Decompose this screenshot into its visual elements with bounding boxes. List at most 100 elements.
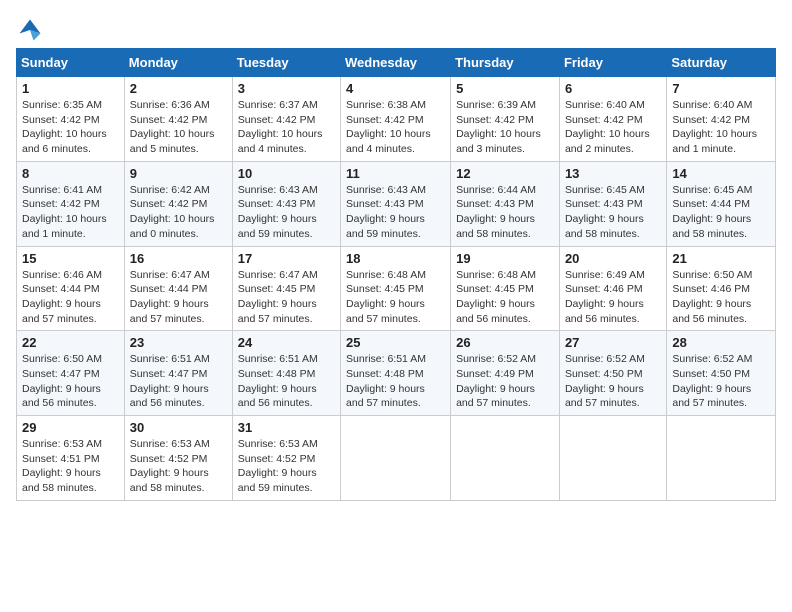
day-number: 17 xyxy=(238,251,335,266)
weekday-header: Tuesday xyxy=(232,49,340,77)
day-number: 14 xyxy=(672,166,770,181)
day-number: 25 xyxy=(346,335,445,350)
weekday-header-row: SundayMondayTuesdayWednesdayThursdayFrid… xyxy=(17,49,776,77)
calendar-day-cell: 25 Sunrise: 6:51 AMSunset: 4:48 PMDaylig… xyxy=(341,331,451,416)
day-number: 29 xyxy=(22,420,119,435)
day-detail: Sunrise: 6:36 AMSunset: 4:42 PMDaylight:… xyxy=(130,99,215,155)
calendar-day-cell: 12 Sunrise: 6:44 AMSunset: 4:43 PMDaylig… xyxy=(451,161,560,246)
logo-icon xyxy=(16,16,44,44)
day-number: 13 xyxy=(565,166,661,181)
day-number: 5 xyxy=(456,81,554,96)
calendar-day-cell: 31 Sunrise: 6:53 AMSunset: 4:52 PMDaylig… xyxy=(232,416,340,501)
day-detail: Sunrise: 6:52 AMSunset: 4:50 PMDaylight:… xyxy=(672,353,752,409)
calendar-week-row: 1 Sunrise: 6:35 AMSunset: 4:42 PMDayligh… xyxy=(17,77,776,162)
day-detail: Sunrise: 6:47 AMSunset: 4:45 PMDaylight:… xyxy=(238,269,318,325)
day-detail: Sunrise: 6:46 AMSunset: 4:44 PMDaylight:… xyxy=(22,269,102,325)
day-number: 2 xyxy=(130,81,227,96)
day-detail: Sunrise: 6:51 AMSunset: 4:48 PMDaylight:… xyxy=(238,353,318,409)
day-detail: Sunrise: 6:50 AMSunset: 4:46 PMDaylight:… xyxy=(672,269,752,325)
calendar-header: SundayMondayTuesdayWednesdayThursdayFrid… xyxy=(17,49,776,77)
calendar-day-cell xyxy=(559,416,666,501)
header xyxy=(16,16,776,44)
day-number: 19 xyxy=(456,251,554,266)
day-detail: Sunrise: 6:53 AMSunset: 4:51 PMDaylight:… xyxy=(22,438,102,494)
day-detail: Sunrise: 6:39 AMSunset: 4:42 PMDaylight:… xyxy=(456,99,541,155)
calendar-day-cell: 27 Sunrise: 6:52 AMSunset: 4:50 PMDaylig… xyxy=(559,331,666,416)
weekday-header: Saturday xyxy=(667,49,776,77)
day-number: 7 xyxy=(672,81,770,96)
day-number: 16 xyxy=(130,251,227,266)
day-detail: Sunrise: 6:53 AMSunset: 4:52 PMDaylight:… xyxy=(238,438,318,494)
calendar-week-row: 15 Sunrise: 6:46 AMSunset: 4:44 PMDaylig… xyxy=(17,246,776,331)
day-detail: Sunrise: 6:38 AMSunset: 4:42 PMDaylight:… xyxy=(346,99,431,155)
calendar-week-row: 29 Sunrise: 6:53 AMSunset: 4:51 PMDaylig… xyxy=(17,416,776,501)
day-detail: Sunrise: 6:40 AMSunset: 4:42 PMDaylight:… xyxy=(565,99,650,155)
calendar-day-cell: 1 Sunrise: 6:35 AMSunset: 4:42 PMDayligh… xyxy=(17,77,125,162)
calendar-day-cell: 16 Sunrise: 6:47 AMSunset: 4:44 PMDaylig… xyxy=(124,246,232,331)
weekday-header: Wednesday xyxy=(341,49,451,77)
day-detail: Sunrise: 6:49 AMSunset: 4:46 PMDaylight:… xyxy=(565,269,645,325)
weekday-header: Thursday xyxy=(451,49,560,77)
day-number: 30 xyxy=(130,420,227,435)
calendar-day-cell: 29 Sunrise: 6:53 AMSunset: 4:51 PMDaylig… xyxy=(17,416,125,501)
calendar-day-cell: 23 Sunrise: 6:51 AMSunset: 4:47 PMDaylig… xyxy=(124,331,232,416)
day-detail: Sunrise: 6:48 AMSunset: 4:45 PMDaylight:… xyxy=(346,269,426,325)
calendar-day-cell: 3 Sunrise: 6:37 AMSunset: 4:42 PMDayligh… xyxy=(232,77,340,162)
day-detail: Sunrise: 6:45 AMSunset: 4:43 PMDaylight:… xyxy=(565,184,645,240)
day-detail: Sunrise: 6:50 AMSunset: 4:47 PMDaylight:… xyxy=(22,353,102,409)
day-detail: Sunrise: 6:43 AMSunset: 4:43 PMDaylight:… xyxy=(238,184,318,240)
calendar-day-cell xyxy=(451,416,560,501)
calendar-day-cell: 15 Sunrise: 6:46 AMSunset: 4:44 PMDaylig… xyxy=(17,246,125,331)
calendar-day-cell: 30 Sunrise: 6:53 AMSunset: 4:52 PMDaylig… xyxy=(124,416,232,501)
day-detail: Sunrise: 6:42 AMSunset: 4:42 PMDaylight:… xyxy=(130,184,215,240)
day-detail: Sunrise: 6:35 AMSunset: 4:42 PMDaylight:… xyxy=(22,99,107,155)
day-detail: Sunrise: 6:40 AMSunset: 4:42 PMDaylight:… xyxy=(672,99,757,155)
day-number: 21 xyxy=(672,251,770,266)
logo xyxy=(16,16,48,44)
calendar-day-cell: 7 Sunrise: 6:40 AMSunset: 4:42 PMDayligh… xyxy=(667,77,776,162)
day-number: 20 xyxy=(565,251,661,266)
calendar-day-cell: 9 Sunrise: 6:42 AMSunset: 4:42 PMDayligh… xyxy=(124,161,232,246)
calendar-day-cell: 21 Sunrise: 6:50 AMSunset: 4:46 PMDaylig… xyxy=(667,246,776,331)
weekday-header: Sunday xyxy=(17,49,125,77)
day-detail: Sunrise: 6:43 AMSunset: 4:43 PMDaylight:… xyxy=(346,184,426,240)
calendar-week-row: 8 Sunrise: 6:41 AMSunset: 4:42 PMDayligh… xyxy=(17,161,776,246)
calendar-day-cell: 14 Sunrise: 6:45 AMSunset: 4:44 PMDaylig… xyxy=(667,161,776,246)
calendar-day-cell: 24 Sunrise: 6:51 AMSunset: 4:48 PMDaylig… xyxy=(232,331,340,416)
day-detail: Sunrise: 6:53 AMSunset: 4:52 PMDaylight:… xyxy=(130,438,210,494)
day-detail: Sunrise: 6:52 AMSunset: 4:50 PMDaylight:… xyxy=(565,353,645,409)
day-detail: Sunrise: 6:51 AMSunset: 4:48 PMDaylight:… xyxy=(346,353,426,409)
day-detail: Sunrise: 6:52 AMSunset: 4:49 PMDaylight:… xyxy=(456,353,536,409)
calendar-day-cell: 18 Sunrise: 6:48 AMSunset: 4:45 PMDaylig… xyxy=(341,246,451,331)
calendar-day-cell: 26 Sunrise: 6:52 AMSunset: 4:49 PMDaylig… xyxy=(451,331,560,416)
day-number: 26 xyxy=(456,335,554,350)
day-detail: Sunrise: 6:48 AMSunset: 4:45 PMDaylight:… xyxy=(456,269,536,325)
day-detail: Sunrise: 6:37 AMSunset: 4:42 PMDaylight:… xyxy=(238,99,323,155)
calendar-table: SundayMondayTuesdayWednesdayThursdayFrid… xyxy=(16,48,776,501)
calendar-day-cell: 13 Sunrise: 6:45 AMSunset: 4:43 PMDaylig… xyxy=(559,161,666,246)
weekday-header: Friday xyxy=(559,49,666,77)
day-detail: Sunrise: 6:45 AMSunset: 4:44 PMDaylight:… xyxy=(672,184,752,240)
day-detail: Sunrise: 6:41 AMSunset: 4:42 PMDaylight:… xyxy=(22,184,107,240)
calendar-day-cell: 5 Sunrise: 6:39 AMSunset: 4:42 PMDayligh… xyxy=(451,77,560,162)
day-number: 31 xyxy=(238,420,335,435)
calendar-day-cell: 17 Sunrise: 6:47 AMSunset: 4:45 PMDaylig… xyxy=(232,246,340,331)
day-number: 15 xyxy=(22,251,119,266)
calendar-day-cell: 28 Sunrise: 6:52 AMSunset: 4:50 PMDaylig… xyxy=(667,331,776,416)
calendar-day-cell: 2 Sunrise: 6:36 AMSunset: 4:42 PMDayligh… xyxy=(124,77,232,162)
page-container: SundayMondayTuesdayWednesdayThursdayFrid… xyxy=(16,16,776,501)
day-number: 23 xyxy=(130,335,227,350)
day-number: 6 xyxy=(565,81,661,96)
day-number: 22 xyxy=(22,335,119,350)
calendar-day-cell: 11 Sunrise: 6:43 AMSunset: 4:43 PMDaylig… xyxy=(341,161,451,246)
weekday-header: Monday xyxy=(124,49,232,77)
day-number: 10 xyxy=(238,166,335,181)
calendar-day-cell: 20 Sunrise: 6:49 AMSunset: 4:46 PMDaylig… xyxy=(559,246,666,331)
day-detail: Sunrise: 6:47 AMSunset: 4:44 PMDaylight:… xyxy=(130,269,210,325)
day-number: 9 xyxy=(130,166,227,181)
calendar-day-cell: 22 Sunrise: 6:50 AMSunset: 4:47 PMDaylig… xyxy=(17,331,125,416)
day-number: 24 xyxy=(238,335,335,350)
day-detail: Sunrise: 6:51 AMSunset: 4:47 PMDaylight:… xyxy=(130,353,210,409)
calendar-day-cell: 4 Sunrise: 6:38 AMSunset: 4:42 PMDayligh… xyxy=(341,77,451,162)
calendar-day-cell: 10 Sunrise: 6:43 AMSunset: 4:43 PMDaylig… xyxy=(232,161,340,246)
